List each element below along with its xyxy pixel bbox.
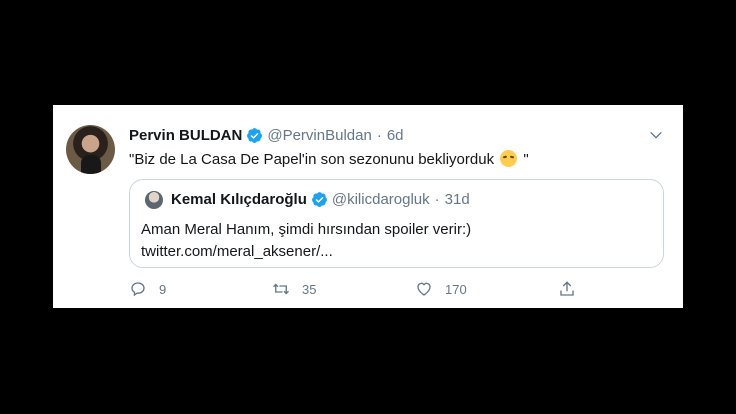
quoted-author-handle: @kilicdarogluk	[331, 191, 430, 208]
retweet-button[interactable]: 35	[272, 280, 316, 298]
tweet-card[interactable]: Pervin BULDAN @PervinBuldan · 6d "Biz de…	[53, 105, 683, 308]
share-button[interactable]	[558, 280, 576, 298]
share-icon	[560, 281, 574, 296]
author-handle[interactable]: @PervinBuldan	[267, 127, 371, 144]
verified-badge-icon	[311, 192, 327, 207]
quoted-timestamp: 31d	[444, 191, 470, 208]
retweet-count: 35	[302, 281, 317, 297]
reply-icon	[131, 282, 145, 297]
quoted-author-avatar	[145, 191, 163, 209]
tweet-timestamp[interactable]: 6d	[387, 127, 404, 144]
separator-dot: ·	[376, 126, 382, 144]
tweet-header: Pervin BULDAN @PervinBuldan · 6d	[129, 125, 404, 145]
disappointed-face-emoji-icon	[500, 150, 518, 167]
retweet-icon	[273, 283, 289, 295]
quoted-tweet-header: Kemal Kılıçdaroğlu @kilicdarogluk · 31d	[171, 191, 470, 208]
reply-count: 9	[159, 281, 167, 297]
quoted-tweet[interactable]: Kemal Kılıçdaroğlu @kilicdarogluk · 31d …	[129, 179, 664, 268]
author-avatar[interactable]	[66, 125, 115, 174]
author-name[interactable]: Pervin BULDAN	[129, 127, 242, 144]
verified-badge-icon	[247, 127, 263, 143]
reply-button[interactable]: 9	[129, 280, 166, 298]
tweet-text-part1: "Biz de La Casa De Papel'in son sezonunu…	[129, 151, 499, 168]
tweet-text: "Biz de La Casa De Papel'in son sezonunu…	[129, 150, 529, 168]
like-count: 170	[445, 281, 467, 297]
tweet-actions: 9 35 170	[129, 280, 599, 300]
separator-dot: ·	[434, 191, 440, 208]
like-button[interactable]: 170	[415, 280, 467, 298]
chevron-down-icon[interactable]	[648, 127, 664, 143]
tweet-text-part2: "	[519, 151, 529, 168]
quoted-text-line1: Aman Meral Hanım, şimdi hırsından spoile…	[141, 221, 472, 238]
quoted-link[interactable]: twitter.com/meral_aksener/...	[141, 241, 641, 263]
quoted-author-name: Kemal Kılıçdaroğlu	[171, 191, 307, 208]
heart-icon	[417, 282, 431, 296]
quoted-tweet-text: Aman Meral Hanım, şimdi hırsından spoile…	[141, 219, 641, 263]
